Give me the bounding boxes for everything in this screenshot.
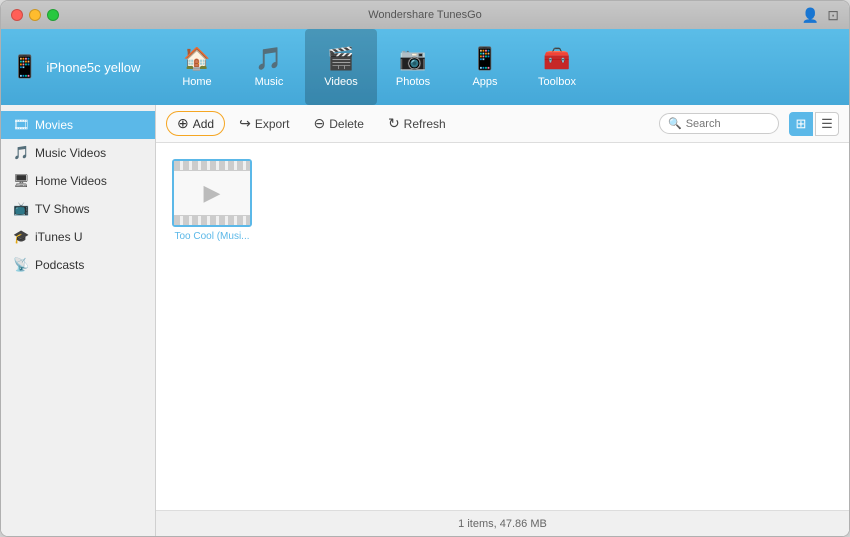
view-toggle: ⊞ ☰ (789, 112, 839, 136)
sidebar-item-tv-shows[interactable]: 📺 TV Shows (1, 195, 155, 223)
refresh-icon: ↻ (388, 115, 400, 132)
nav-label-photos: Photos (396, 76, 430, 88)
sidebar-label-music-videos: Music Videos (35, 146, 106, 160)
add-icon: ⊕ (177, 115, 189, 132)
search-box: 🔍 (659, 113, 779, 134)
export-label: Export (255, 117, 290, 131)
movies-icon: 🎞 (13, 117, 29, 133)
play-icon: ▶ (204, 180, 221, 206)
video-thumbnail: ▶ (172, 159, 252, 227)
sidebar: 🎞 Movies 🎵 Music Videos 🖥 Home Videos 📺 … (1, 105, 156, 536)
export-button[interactable]: ↪ Export (229, 111, 299, 136)
device-icon: 📱 (11, 54, 38, 80)
sidebar-item-music-videos[interactable]: 🎵 Music Videos (1, 139, 155, 167)
main-area: 🎞 Movies 🎵 Music Videos 🖥 Home Videos 📺 … (1, 105, 849, 536)
videos-icon: 🎬 (327, 46, 354, 72)
toolbox-icon: 🧰 (543, 46, 570, 72)
nav-label-apps: Apps (472, 76, 497, 88)
sidebar-item-podcasts[interactable]: 📡 Podcasts (1, 251, 155, 279)
export-icon: ↪ (239, 115, 251, 132)
device-name: iPhone5c yellow (46, 60, 140, 75)
app-window: Wondershare TunesGo 👤 ⊡ 📱 iPhone5c yello… (0, 0, 850, 537)
nav-item-videos[interactable]: 🎬 Videos (305, 29, 377, 105)
home-icon: 🏠 (183, 46, 210, 72)
settings-icon[interactable]: ⊡ (827, 7, 839, 24)
music-icon: 🎵 (255, 46, 282, 72)
status-bar: 1 items, 47.86 MB (156, 510, 849, 536)
nav-label-music: Music (255, 76, 284, 88)
nav-label-videos: Videos (324, 76, 357, 88)
nav-items: 🏠 Home 🎵 Music 🎬 Videos 📷 Photos 📱 Apps … (161, 29, 593, 105)
photos-icon: 📷 (399, 46, 426, 72)
add-button[interactable]: ⊕ Add (166, 111, 225, 136)
home-videos-icon: 🖥 (13, 173, 29, 189)
sidebar-label-tv-shows: TV Shows (35, 202, 90, 216)
film-strip-bottom (174, 215, 250, 225)
delete-icon: ⊖ (314, 115, 326, 132)
nav-label-home: Home (182, 76, 211, 88)
sidebar-item-itunes-u[interactable]: 🎓 iTunes U (1, 223, 155, 251)
music-videos-icon: 🎵 (13, 145, 29, 161)
nav-item-toolbox[interactable]: 🧰 Toolbox (521, 29, 593, 105)
minimize-button[interactable] (29, 9, 41, 21)
top-nav: 📱 iPhone5c yellow 🏠 Home 🎵 Music 🎬 Video… (1, 29, 849, 105)
grid-view-button[interactable]: ⊞ (789, 112, 813, 136)
delete-label: Delete (329, 117, 364, 131)
apps-icon: 📱 (471, 46, 498, 72)
toolbar: ⊕ Add ↪ Export ⊖ Delete ↻ Refresh 🔍 (156, 105, 849, 143)
title-bar: Wondershare TunesGo 👤 ⊡ (1, 1, 849, 29)
sidebar-label-itunes-u: iTunes U (35, 230, 83, 244)
device-label: 📱 iPhone5c yellow (11, 54, 141, 80)
maximize-button[interactable] (47, 9, 59, 21)
list-view-button[interactable]: ☰ (815, 112, 839, 136)
add-label: Add (193, 117, 214, 131)
refresh-button[interactable]: ↻ Refresh (378, 111, 456, 136)
nav-item-apps[interactable]: 📱 Apps (449, 29, 521, 105)
status-text: 1 items, 47.86 MB (458, 518, 547, 530)
tv-shows-icon: 📺 (13, 201, 29, 217)
delete-button[interactable]: ⊖ Delete (304, 111, 374, 136)
sidebar-item-home-videos[interactable]: 🖥 Home Videos (1, 167, 155, 195)
video-item[interactable]: ▶ Too Cool (Musi... (172, 159, 252, 242)
nav-item-home[interactable]: 🏠 Home (161, 29, 233, 105)
content-grid: ▶ Too Cool (Musi... (156, 143, 849, 510)
itunes-u-icon: 🎓 (13, 229, 29, 245)
nav-item-music[interactable]: 🎵 Music (233, 29, 305, 105)
sidebar-item-movies[interactable]: 🎞 Movies (1, 111, 155, 139)
search-icon: 🔍 (668, 117, 682, 130)
window-controls (11, 9, 59, 21)
nav-item-photos[interactable]: 📷 Photos (377, 29, 449, 105)
podcasts-icon: 📡 (13, 257, 29, 273)
sidebar-label-home-videos: Home Videos (35, 174, 107, 188)
refresh-label: Refresh (404, 117, 446, 131)
sidebar-label-movies: Movies (35, 118, 73, 132)
user-icon[interactable]: 👤 (802, 7, 819, 24)
film-strip-top (174, 161, 250, 171)
close-button[interactable] (11, 9, 23, 21)
app-title: Wondershare TunesGo (368, 9, 482, 21)
sidebar-label-podcasts: Podcasts (35, 258, 84, 272)
content-area: ⊕ Add ↪ Export ⊖ Delete ↻ Refresh 🔍 (156, 105, 849, 536)
nav-label-toolbox: Toolbox (538, 76, 576, 88)
video-label: Too Cool (Musi... (174, 231, 249, 242)
title-bar-right: 👤 ⊡ (802, 7, 839, 24)
search-input[interactable] (686, 118, 766, 130)
